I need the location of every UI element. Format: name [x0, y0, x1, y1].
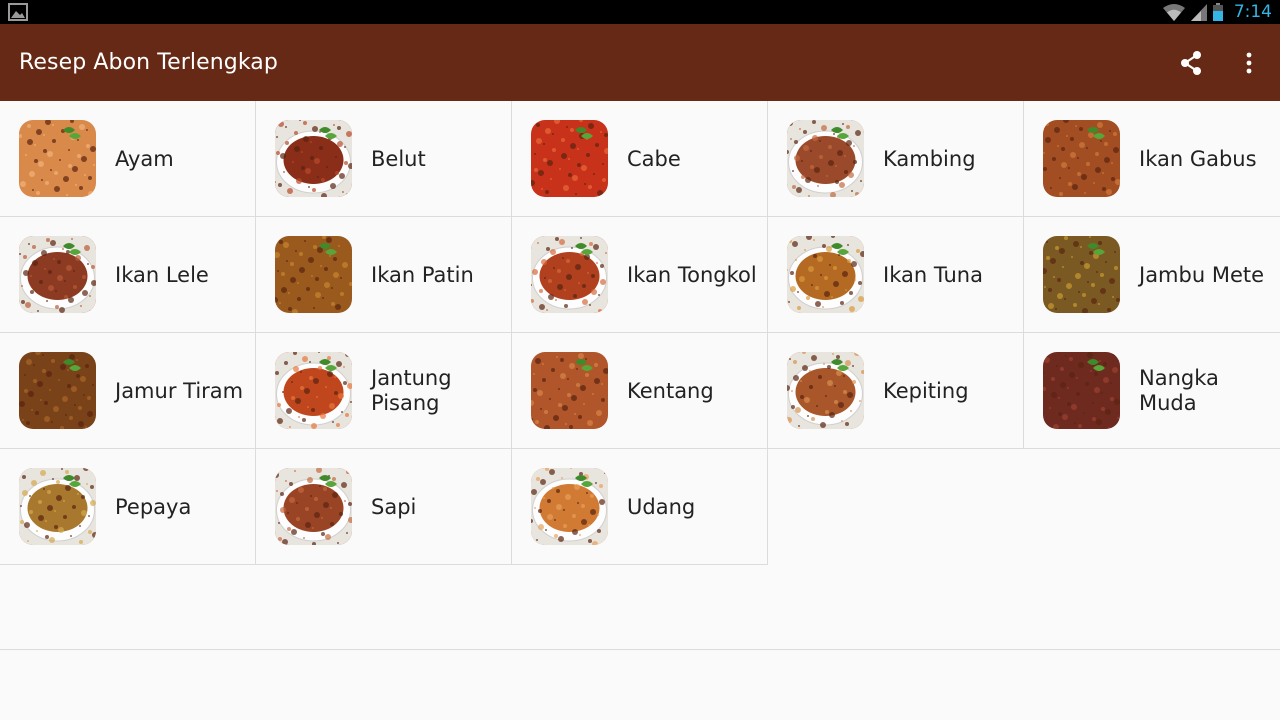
- recipe-item[interactable]: Kambing: [768, 101, 1024, 217]
- recipe-item[interactable]: Nangka Muda: [1024, 333, 1280, 449]
- recipe-item[interactable]: Jambu Mete: [1024, 217, 1280, 333]
- recipe-item[interactable]: Kentang: [512, 333, 768, 449]
- wifi-icon: [1162, 4, 1185, 21]
- recipe-label: Kambing: [883, 146, 976, 171]
- recipe-thumbnail: [275, 468, 352, 545]
- recipe-item[interactable]: Pepaya: [0, 449, 256, 565]
- recipe-item[interactable]: Sapi: [256, 449, 512, 565]
- app-bar: Resep Abon Terlengkap: [0, 24, 1280, 101]
- recipe-label: Kentang: [627, 378, 714, 403]
- recipe-thumbnail: [531, 120, 608, 197]
- status-icons: 7:14: [1162, 0, 1272, 24]
- recipe-thumbnail: [275, 120, 352, 197]
- recipe-item[interactable]: Ikan Patin: [256, 217, 512, 333]
- recipe-thumbnail: [19, 468, 96, 545]
- recipe-item[interactable]: Ikan Gabus: [1024, 101, 1280, 217]
- recipe-grid: Ayam Belut Cabe Kambing Ikan Gabus Ikan Lele I…: [0, 101, 1280, 565]
- recipe-label: Ikan Tongkol: [627, 262, 757, 287]
- recipe-label: Ikan Gabus: [1139, 146, 1257, 171]
- recipe-item[interactable]: Kepiting: [768, 333, 1024, 449]
- status-time: 7:14: [1233, 2, 1272, 22]
- recipe-label: Kepiting: [883, 378, 969, 403]
- status-bar: 7:14: [0, 0, 1280, 24]
- recipe-item[interactable]: Ayam: [0, 101, 256, 217]
- share-icon[interactable]: [1178, 50, 1204, 76]
- recipe-thumbnail: [531, 236, 608, 313]
- recipe-label: Cabe: [627, 146, 681, 171]
- recipe-thumbnail: [531, 468, 608, 545]
- recipe-thumbnail: [787, 236, 864, 313]
- battery-icon: [1212, 3, 1223, 21]
- recipe-item[interactable]: Ikan Tongkol: [512, 217, 768, 333]
- overflow-menu-icon[interactable]: [1236, 50, 1262, 76]
- recipe-item[interactable]: Belut: [256, 101, 512, 217]
- divider: [0, 649, 1280, 650]
- signal-icon: [1190, 4, 1207, 21]
- recipe-label: Ayam: [115, 146, 174, 171]
- app-title: Resep Abon Terlengkap: [19, 50, 278, 75]
- recipe-thumbnail: [1043, 352, 1120, 429]
- recipe-label: Jamur Tiram: [115, 378, 244, 403]
- recipe-item[interactable]: Cabe: [512, 101, 768, 217]
- recipe-item[interactable]: Jantung Pisang: [256, 333, 512, 449]
- recipe-item[interactable]: Udang: [512, 449, 768, 565]
- recipe-thumbnail: [1043, 120, 1120, 197]
- recipe-thumbnail: [19, 236, 96, 313]
- recipe-label: Ikan Tuna: [883, 262, 983, 287]
- recipe-label: Sapi: [371, 494, 417, 519]
- recipe-label: Jantung Pisang: [371, 366, 452, 415]
- recipe-label: Ikan Lele: [115, 262, 209, 287]
- recipe-thumbnail: [531, 352, 608, 429]
- recipe-thumbnail: [19, 352, 96, 429]
- recipe-label: Jambu Mete: [1139, 262, 1265, 287]
- recipe-thumbnail: [19, 120, 96, 197]
- recipe-label: Belut: [371, 146, 426, 171]
- recipe-thumbnail: [275, 352, 352, 429]
- recipe-item[interactable]: Jamur Tiram: [0, 333, 256, 449]
- recipe-thumbnail: [787, 352, 864, 429]
- recipe-thumbnail: [787, 120, 864, 197]
- recipe-label: Udang: [627, 494, 696, 519]
- recipe-label: Ikan Patin: [371, 262, 474, 287]
- recipe-item[interactable]: Ikan Lele: [0, 217, 256, 333]
- picture-icon: [8, 3, 28, 21]
- recipe-label: Nangka Muda: [1139, 366, 1219, 415]
- recipe-item[interactable]: Ikan Tuna: [768, 217, 1024, 333]
- recipe-thumbnail: [275, 236, 352, 313]
- recipe-label: Pepaya: [115, 494, 192, 519]
- recipe-thumbnail: [1043, 236, 1120, 313]
